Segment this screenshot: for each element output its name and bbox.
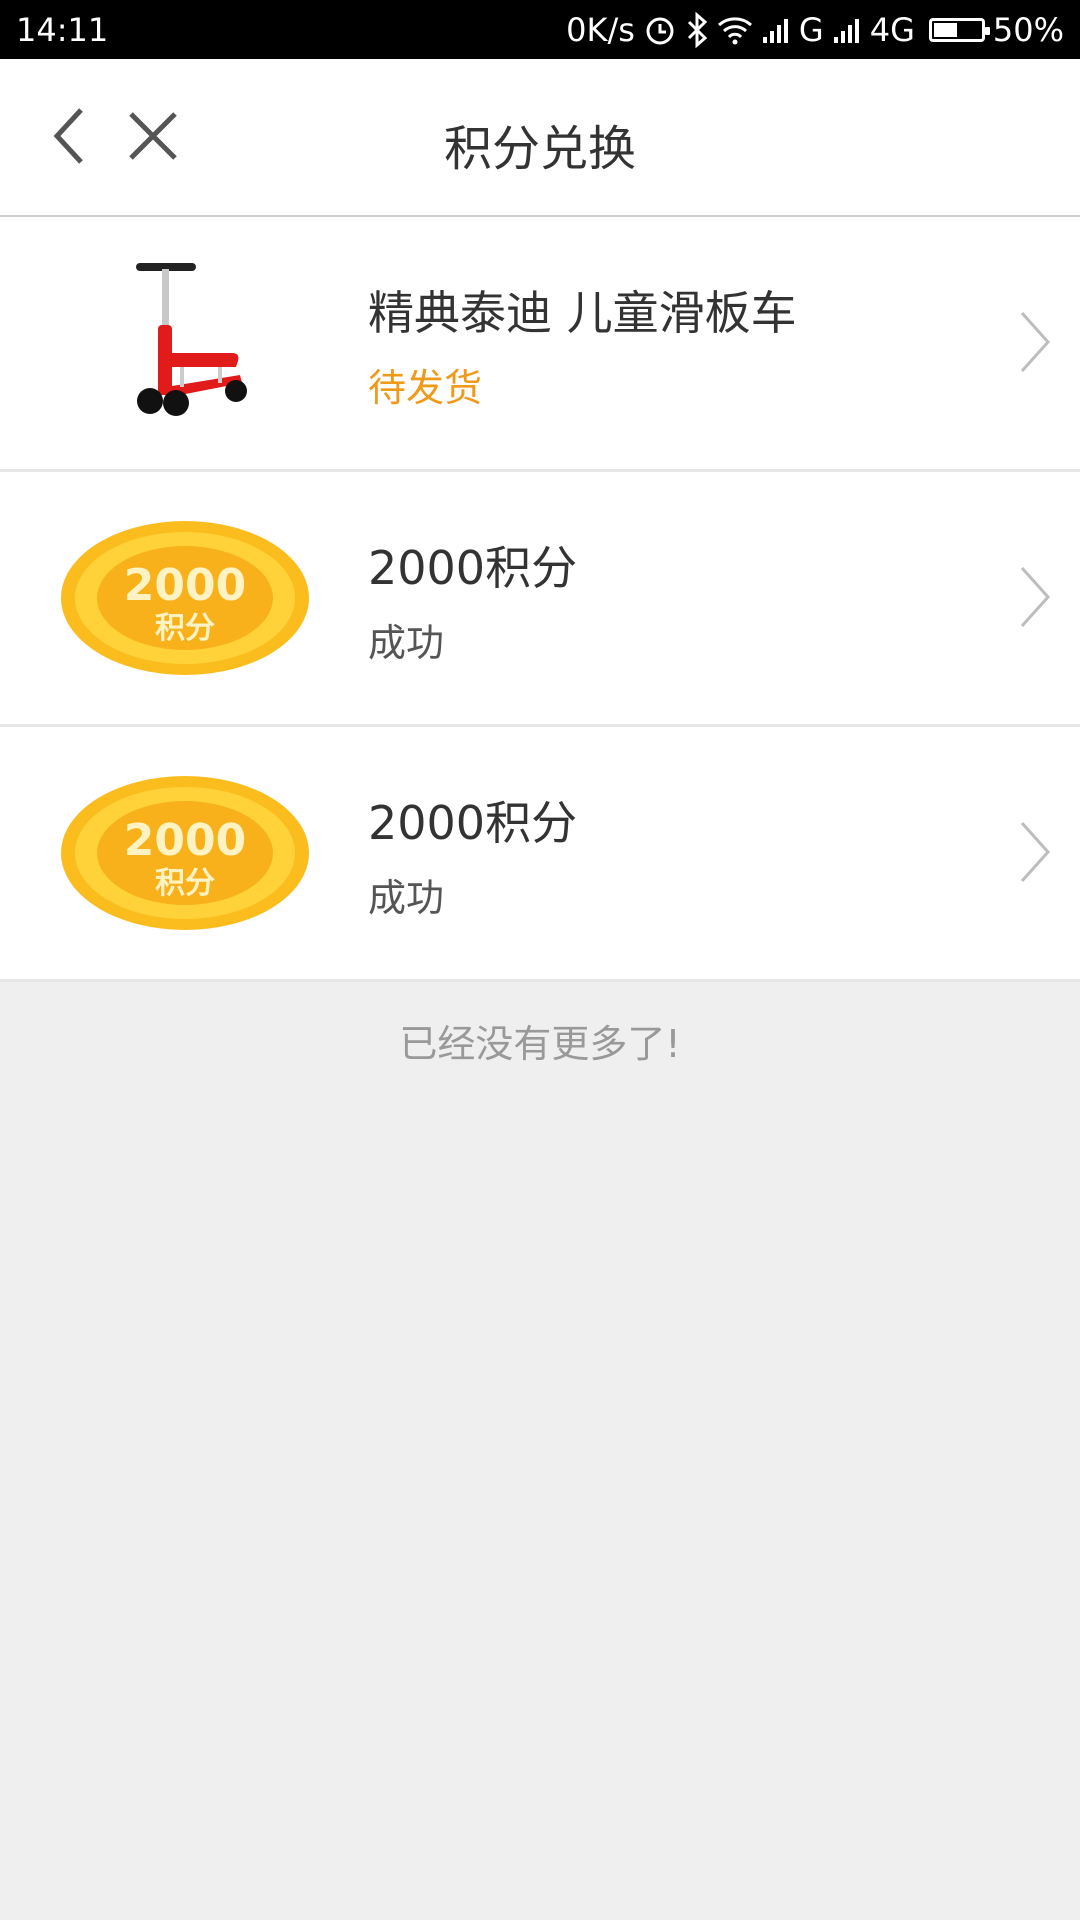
nav-bar: 积分兑换 bbox=[0, 59, 1080, 217]
signal-icon bbox=[832, 15, 862, 45]
list-item[interactable]: 精典泰迪 儿童滑板车 待发货 bbox=[0, 217, 1080, 472]
points-coin-image: 2000 积分 bbox=[40, 765, 330, 940]
net-speed: 0K/s bbox=[566, 10, 635, 49]
status-time: 14:11 bbox=[16, 10, 109, 49]
item-status: 待发货 bbox=[368, 366, 483, 410]
exchange-list: 精典泰迪 儿童滑板车 待发货 2000 积分 2000积分 成功 2000 积分… bbox=[0, 217, 1080, 982]
chevron-right-icon bbox=[1014, 307, 1054, 377]
coin-number: 2000 bbox=[124, 560, 246, 611]
item-status: 成功 bbox=[368, 876, 445, 920]
no-more-text: 已经没有更多了! bbox=[399, 1022, 681, 1066]
bluetooth-icon bbox=[685, 11, 709, 48]
item-title: 精典泰迪 儿童滑板车 bbox=[368, 286, 797, 340]
network-4g: 4G bbox=[869, 10, 915, 49]
scooter-image bbox=[40, 255, 330, 430]
coin-label: 积分 bbox=[155, 611, 215, 646]
alarm-icon bbox=[643, 13, 677, 47]
item-title: 2000积分 bbox=[368, 796, 578, 850]
points-coin-image: 2000 积分 bbox=[40, 510, 330, 685]
status-bar: 14:11 0K/s G 4G 50% bbox=[0, 0, 1080, 59]
item-status: 成功 bbox=[368, 621, 445, 665]
chevron-right-icon bbox=[1014, 817, 1054, 887]
wifi-icon bbox=[717, 15, 753, 45]
coin-number: 2000 bbox=[124, 815, 246, 866]
coin-label: 积分 bbox=[155, 866, 215, 901]
signal-icon bbox=[761, 15, 791, 45]
battery-icon bbox=[928, 17, 990, 42]
page-title: 积分兑换 bbox=[443, 121, 636, 177]
list-item[interactable]: 2000 积分 2000积分 成功 bbox=[0, 727, 1080, 982]
network-g: G bbox=[798, 10, 824, 49]
battery-percent: 50% bbox=[992, 10, 1064, 49]
status-indicators: 0K/s G 4G 50% bbox=[566, 11, 1064, 49]
chevron-right-icon bbox=[1014, 562, 1054, 632]
list-item[interactable]: 2000 积分 2000积分 成功 bbox=[0, 472, 1080, 727]
item-title: 2000积分 bbox=[368, 541, 578, 595]
